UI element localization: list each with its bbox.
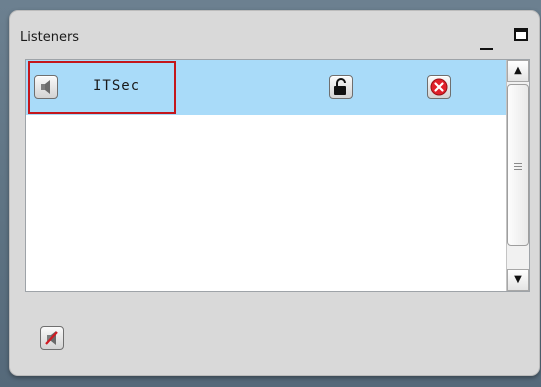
remove-icon[interactable] bbox=[427, 75, 451, 99]
grip-icon bbox=[514, 163, 522, 171]
scroll-up-icon[interactable]: ▲ bbox=[507, 60, 529, 82]
selection-highlight bbox=[28, 61, 176, 114]
minimize-button[interactable] bbox=[480, 36, 495, 50]
scroll-down-icon[interactable]: ▼ bbox=[507, 269, 529, 291]
vertical-scrollbar[interactable]: ▲ ▼ bbox=[506, 60, 529, 291]
maximize-button[interactable] bbox=[514, 28, 528, 41]
list-item[interactable]: ITSec bbox=[26, 60, 506, 115]
scrollbar-thumb[interactable] bbox=[507, 84, 529, 246]
panel-title: Listeners bbox=[20, 30, 80, 45]
mute-all-icon[interactable] bbox=[40, 326, 64, 350]
unlock-icon[interactable] bbox=[329, 75, 353, 99]
listener-list: ITSec ▲ ▼ bbox=[25, 59, 530, 292]
